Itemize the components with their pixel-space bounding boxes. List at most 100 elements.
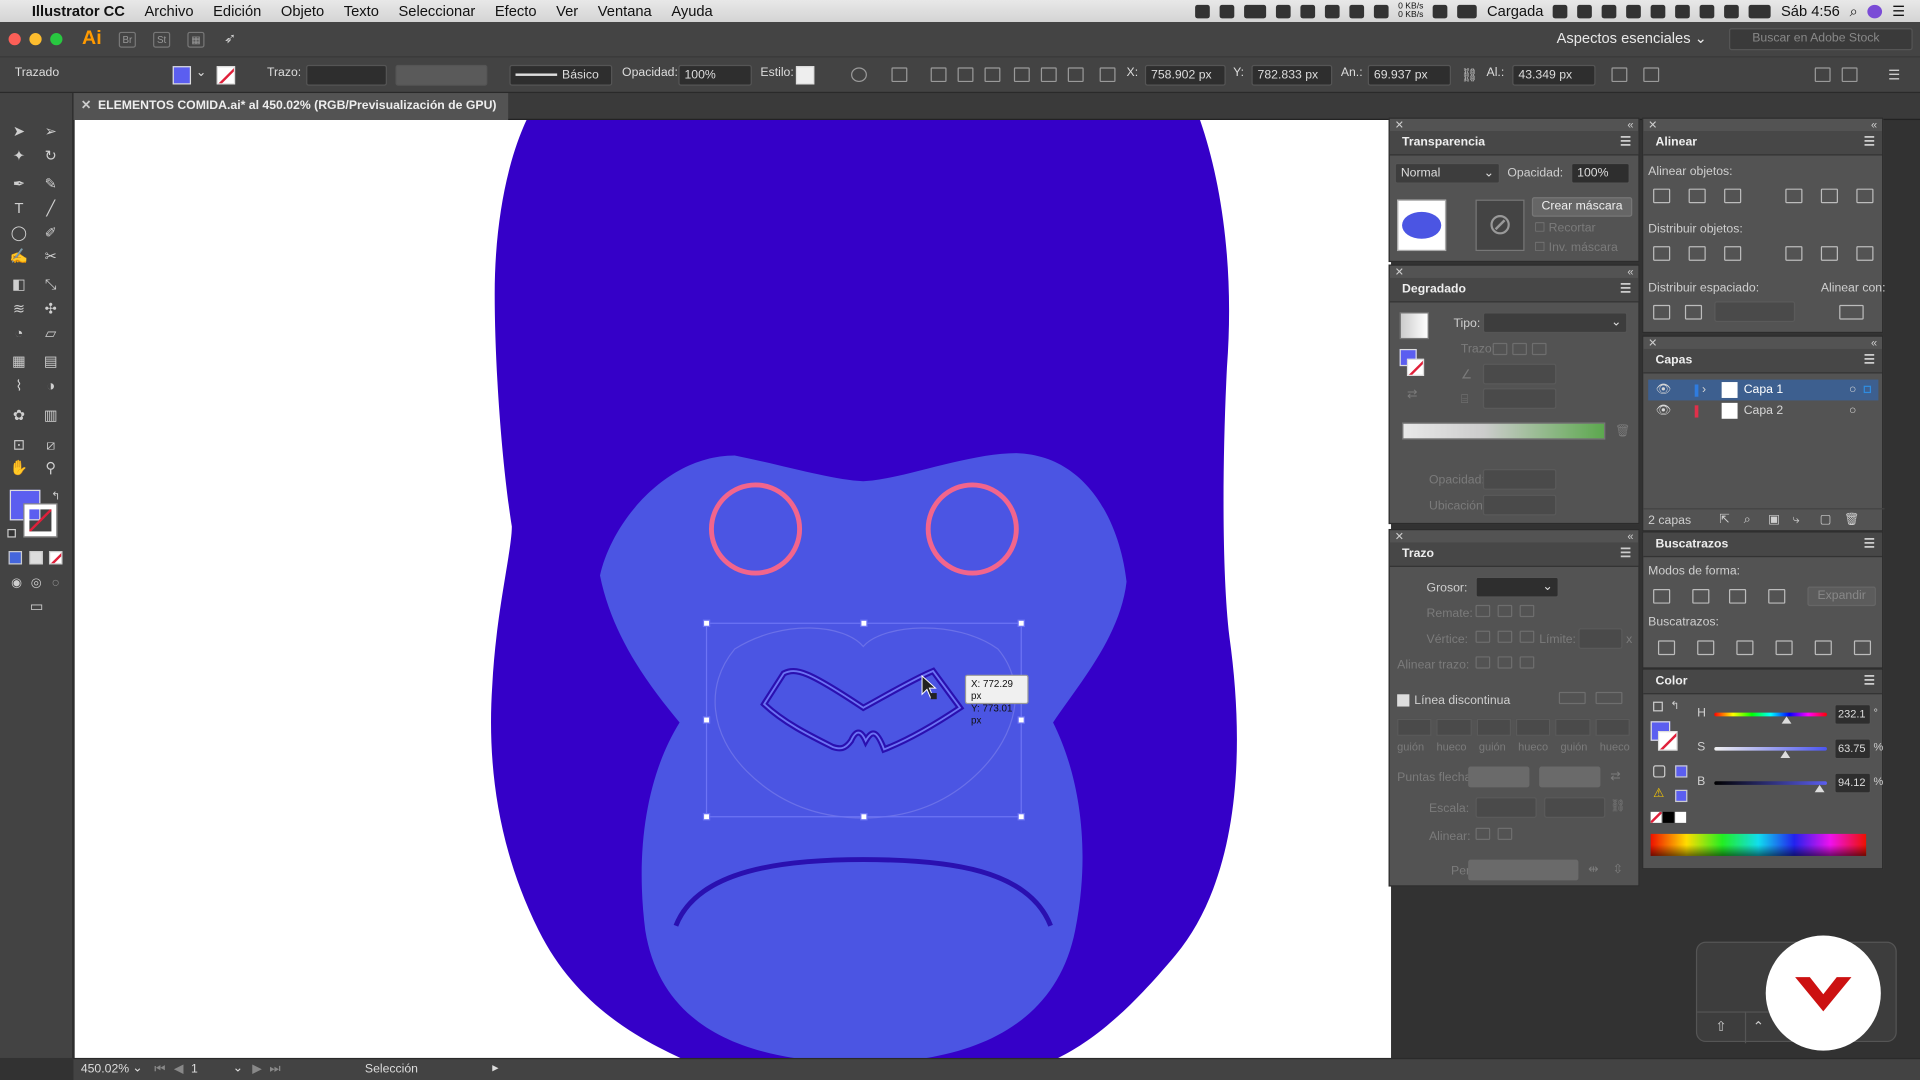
- clipping-mask-icon[interactable]: ▣: [1768, 513, 1780, 526]
- horizontal-align-left-icon[interactable]: [1653, 188, 1671, 204]
- align-hcenter-icon[interactable]: [957, 67, 974, 83]
- last-artboard-icon[interactable]: ⏭: [269, 1063, 280, 1076]
- panel-menu-icon[interactable]: ☰: [1620, 278, 1631, 302]
- align-center-icon[interactable]: [1475, 656, 1491, 669]
- stop-location-field[interactable]: [1482, 494, 1557, 516]
- saturation-slider[interactable]: [1714, 746, 1827, 751]
- first-artboard-icon[interactable]: ⏮: [154, 1063, 165, 1076]
- merge-icon[interactable]: [1736, 640, 1754, 656]
- y-field[interactable]: 782.833 px: [1251, 64, 1333, 86]
- brightness-field[interactable]: 94.12: [1834, 772, 1872, 794]
- menu-ayuda[interactable]: Ayuda: [671, 2, 712, 19]
- shaper-tool-icon[interactable]: ✍: [10, 247, 28, 265]
- intersect-icon[interactable]: [1728, 588, 1747, 604]
- collapse-panel-icon[interactable]: «: [1627, 119, 1633, 131]
- paintbrush-tool-icon[interactable]: ✐: [42, 224, 60, 242]
- width-field[interactable]: 69.937 px: [1367, 64, 1452, 86]
- target-icon[interactable]: ○: [1849, 380, 1856, 401]
- target-icon[interactable]: ○: [1849, 400, 1856, 421]
- trim-icon[interactable]: [1697, 640, 1715, 656]
- blend-mode-select[interactable]: Normal ⌄: [1394, 162, 1501, 184]
- vertical-align-bottom-icon[interactable]: [1856, 188, 1874, 204]
- battery-icon[interactable]: [1457, 4, 1478, 18]
- gradient-slider[interactable]: [1402, 422, 1606, 440]
- draw-normal-icon[interactable]: ◉: [7, 574, 25, 592]
- align-right-icon[interactable]: [984, 67, 1001, 83]
- stock-icon[interactable]: St: [153, 31, 171, 48]
- gradient-thumbnail[interactable]: [1399, 312, 1429, 340]
- saturation-slider-knob[interactable]: [1780, 750, 1791, 758]
- black-swatch[interactable]: [1662, 811, 1674, 823]
- stroke-gradient-across-icon[interactable]: [1531, 342, 1547, 356]
- shape-builder-tool-icon[interactable]: ◔: [10, 324, 28, 342]
- bridge-icon[interactable]: Br: [118, 31, 136, 48]
- round-cap-icon[interactable]: [1497, 604, 1513, 618]
- scissors-tool-icon[interactable]: ✂: [42, 247, 60, 265]
- limit-field[interactable]: [1578, 628, 1623, 649]
- selected-art-indicator[interactable]: [1863, 385, 1872, 394]
- mask-thumbnail[interactable]: ⊘: [1475, 199, 1525, 252]
- recolor-icon[interactable]: [851, 67, 867, 83]
- panel-menu-icon[interactable]: ☰: [1864, 533, 1875, 557]
- status-icon-8[interactable]: [1373, 4, 1389, 18]
- menu-efecto[interactable]: Efecto: [495, 2, 537, 19]
- collapse-panel-icon[interactable]: «: [1627, 530, 1633, 542]
- draw-inside-icon[interactable]: ◌: [47, 574, 65, 592]
- panel-menu-icon[interactable]: ☰: [1864, 131, 1875, 155]
- aspect-ratio-field[interactable]: [1482, 388, 1557, 409]
- status-icon-1[interactable]: [1194, 4, 1210, 18]
- new-layer-icon[interactable]: ▢: [1820, 513, 1832, 526]
- distribute-bottom-icon[interactable]: [1724, 246, 1742, 261]
- expand-button[interactable]: Expandir: [1807, 586, 1876, 607]
- color-mode-icon[interactable]: [8, 551, 23, 565]
- display-icon[interactable]: [1651, 4, 1666, 18]
- transparency-title[interactable]: Transparencia ☰: [1389, 131, 1639, 156]
- invert-mask-checkbox[interactable]: ☐ Inv. máscara: [1534, 241, 1618, 254]
- align-outside-icon[interactable]: [1519, 656, 1535, 669]
- weight-field[interactable]: ⌄: [1475, 576, 1559, 598]
- gorilla-face[interactable]: [600, 453, 1127, 1058]
- object-thumbnail[interactable]: [1397, 199, 1447, 252]
- visibility-eye-icon[interactable]: 👁: [1656, 400, 1672, 421]
- status-icon-2[interactable]: [1219, 4, 1235, 18]
- start-scale-field[interactable]: [1475, 797, 1537, 818]
- unite-icon[interactable]: [1653, 588, 1671, 604]
- arrange-icon[interactable]: [1814, 67, 1831, 83]
- opacity-field[interactable]: 100%: [678, 64, 752, 86]
- collapse-panel-icon[interactable]: «: [1871, 119, 1877, 131]
- stroke-gradient-within-icon[interactable]: [1492, 342, 1508, 356]
- layer-row[interactable]: 👁 Capa 2 ○: [1648, 400, 1878, 421]
- lasso-tool-icon[interactable]: ↻: [42, 147, 60, 165]
- collapse-panel-icon[interactable]: «: [1627, 266, 1633, 278]
- color-stroke-box[interactable]: [1657, 731, 1678, 751]
- locate-object-icon[interactable]: ⌕: [1744, 513, 1751, 526]
- battery-level-icon[interactable]: [1749, 4, 1772, 18]
- dropbox-icon[interactable]: [1275, 4, 1291, 18]
- swap-colors-icon[interactable]: ↰: [47, 487, 65, 505]
- new-sublayer-icon[interactable]: ⤷: [1793, 513, 1800, 526]
- screen-mode-icon[interactable]: ▭: [24, 598, 48, 616]
- outline-icon[interactable]: [1814, 640, 1832, 656]
- gradient-type-select[interactable]: ⌄: [1482, 312, 1628, 334]
- siri-icon[interactable]: [1867, 4, 1883, 18]
- gpu-performance-icon[interactable]: ➶: [222, 30, 239, 47]
- saturation-field[interactable]: 63.75: [1834, 738, 1872, 760]
- spacing-field[interactable]: [1714, 301, 1796, 323]
- menu-ver[interactable]: Ver: [556, 2, 578, 19]
- projecting-cap-icon[interactable]: [1519, 604, 1535, 618]
- horizontal-spacing-icon[interactable]: [1684, 304, 1703, 320]
- reverse-gradient-icon[interactable]: ⇄: [1407, 388, 1417, 401]
- draw-behind-icon[interactable]: ◎: [27, 574, 45, 592]
- blend-tool-icon[interactable]: ◑: [42, 377, 60, 395]
- distribute-top-icon[interactable]: [1653, 246, 1671, 261]
- zoom-level[interactable]: 450.02%: [81, 1063, 129, 1076]
- out-of-web-icon[interactable]: [1653, 765, 1666, 778]
- dash-field[interactable]: [1397, 718, 1432, 736]
- none-mode-icon[interactable]: [48, 551, 63, 565]
- zoom-dropdown-icon[interactable]: ⌄: [132, 1062, 142, 1075]
- workspace-switcher[interactable]: Aspectos esenciales ⌄: [1557, 29, 1707, 46]
- make-mask-button[interactable]: Crear máscara: [1531, 197, 1633, 217]
- ellipse-tool-icon[interactable]: ◯: [10, 224, 28, 242]
- artboard-dropdown-icon[interactable]: ⌄: [233, 1062, 243, 1075]
- brightness-slider[interactable]: [1714, 781, 1827, 785]
